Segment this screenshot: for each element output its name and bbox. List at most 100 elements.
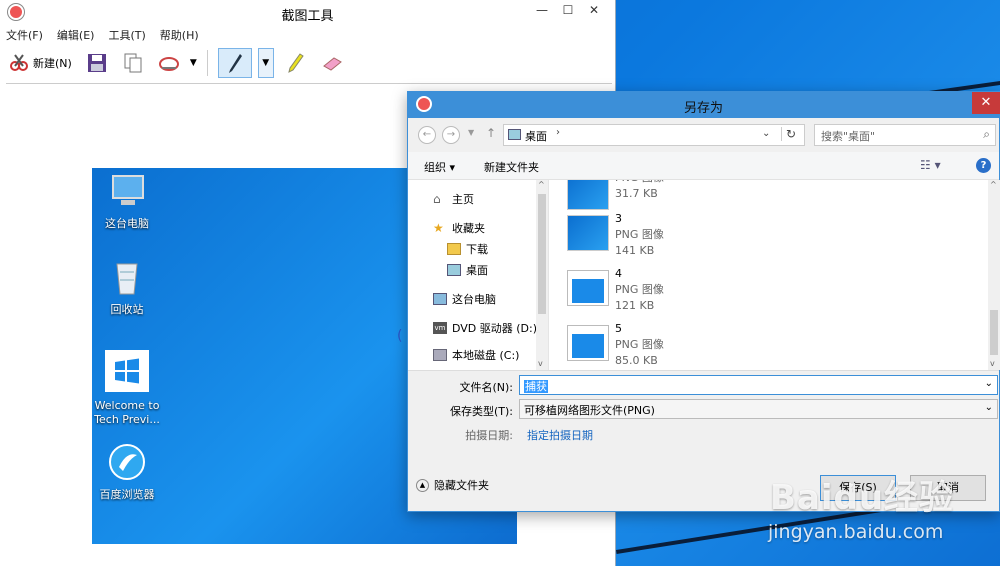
view-options-icon[interactable]: ☷ ▾ (920, 158, 941, 172)
save-snip-button[interactable] (82, 48, 112, 78)
watermark-logo: Baidu经验 (770, 478, 955, 518)
scroll-down-icon[interactable]: v (990, 359, 995, 368)
eraser-icon (322, 57, 342, 71)
help-icon[interactable]: ? (976, 158, 991, 173)
address-dropdown-icon[interactable]: ⌄ (762, 128, 770, 139)
address-location[interactable]: 桌面 (525, 128, 547, 144)
copy-button[interactable] (118, 48, 148, 78)
highlighter-icon (287, 53, 304, 73)
file-item[interactable]: 3 PNG 图像 141 KB (567, 211, 867, 261)
nav-scrollbar[interactable]: ^ v (536, 180, 548, 370)
filename-dropdown-icon[interactable]: ⌄ (985, 378, 993, 389)
pen-button[interactable] (217, 48, 252, 78)
new-snip-label: 新建(N) (33, 57, 72, 70)
minimize-button[interactable]: — (529, 0, 555, 20)
file-list: PNG 图像 31.7 KB 3 PNG 图像 141 KB 4 PNG 图像 121 K… (548, 180, 1000, 370)
menu-tools[interactable]: 工具(T) (108, 27, 145, 45)
filename-value: 捕获 (524, 380, 548, 393)
toolbar: 新建(N) ▼ ▼ (4, 46, 611, 80)
close-button[interactable]: ✕ (581, 0, 607, 20)
eraser-button[interactable] (316, 48, 348, 78)
nav-item-desktop[interactable]: 桌面 (447, 261, 488, 279)
desktop-icon-label: Welcome to Tech Previ... (94, 399, 160, 426)
filetype-dropdown-icon[interactable]: ⌄ (985, 402, 993, 413)
save-as-dialog: 另存为 ✕ ← → ▼ ↑ 桌面 › ⌄ ↻ 搜索"桌面" ⌕ 组织 ▾ 新建文… (407, 91, 1000, 512)
menu-help[interactable]: 帮助(H) (160, 27, 199, 45)
address-bar[interactable]: 桌面 › ⌄ ↻ (503, 124, 805, 146)
floppy-disk-icon (87, 54, 106, 72)
command-bar: 组织 ▾ 新建文件夹 ☷ ▾ ? (408, 152, 999, 180)
up-arrow-icon[interactable]: ↑ (486, 126, 496, 140)
back-arrow-icon[interactable]: ← (418, 126, 436, 144)
title-bar: 截图工具 — ☐ ✕ (0, 0, 615, 26)
file-item[interactable]: 5 PNG 图像 85.0 KB (567, 321, 867, 370)
file-size: 141 KB (615, 244, 655, 257)
file-list-scrollbar[interactable]: ^ v (988, 180, 1000, 370)
scroll-down-icon[interactable]: v (538, 359, 543, 368)
filetype-label: 保存类型(T): (449, 405, 513, 418)
scroll-up-icon[interactable]: ^ (990, 180, 997, 189)
snip-pen-mark: ( (397, 328, 403, 344)
scroll-up-icon[interactable]: ^ (538, 180, 545, 189)
recycle-bin-icon (116, 263, 138, 295)
desktop-icon-welcome[interactable]: Welcome to Tech Previ... (92, 350, 162, 427)
nav-item-home[interactable]: ⌂ 主页 (433, 190, 474, 208)
desktop-folder-icon (447, 264, 461, 276)
search-input[interactable]: 搜索"桌面" ⌕ (814, 124, 996, 146)
search-icon[interactable]: ⌕ (983, 127, 990, 142)
highlighter-button[interactable] (280, 48, 310, 78)
new-snip-button[interactable]: 新建(N) (4, 48, 76, 78)
desktop-icon-this-pc[interactable]: 这台电脑 (92, 172, 162, 231)
file-size: 85.0 KB (615, 354, 658, 367)
recent-dropdown-icon[interactable]: ▼ (468, 128, 474, 137)
refresh-icon[interactable]: ↻ (781, 127, 796, 141)
computer-icon (433, 293, 447, 305)
baidu-browser-icon (109, 444, 145, 480)
send-dropdown-arrow-icon[interactable]: ▼ (190, 58, 197, 68)
star-icon: ★ (433, 221, 444, 235)
watermark-url: jingyan.baidu.com (768, 521, 944, 543)
nav-item-favorites[interactable]: ★ 收藏夹 (433, 219, 485, 237)
address-bar-row: ← → ▼ ↑ 桌面 › ⌄ ↻ 搜索"桌面" ⌕ (408, 122, 999, 148)
nav-item-downloads[interactable]: 下载 (447, 240, 488, 258)
collapse-arrow-icon: ▲ (416, 478, 429, 492)
file-scrollbar-thumb[interactable] (990, 310, 998, 355)
forward-arrow-icon[interactable]: → (442, 126, 460, 144)
menu-edit[interactable]: 编辑(E) (57, 27, 95, 45)
filetype-select[interactable]: 可移植网络图形文件(PNG) ⌄ (519, 399, 998, 419)
pen-icon (228, 54, 242, 73)
hide-folders-toggle[interactable]: ▲ 隐藏文件夹 (416, 477, 489, 493)
png-thumbnail-icon (567, 270, 609, 306)
new-folder-button[interactable]: 新建文件夹 (484, 159, 539, 175)
nav-item-dvd-drive[interactable]: vm DVD 驱动器 (D:) (433, 319, 537, 337)
nav-scrollbar-thumb[interactable] (538, 194, 546, 314)
disk-icon (433, 349, 447, 361)
file-type: PNG 图像 (615, 228, 664, 241)
maximize-button[interactable]: ☐ (555, 0, 581, 20)
menu-bar: 文件(F) 编辑(E) 工具(T) 帮助(H) (6, 27, 199, 45)
menu-file[interactable]: 文件(F) (6, 27, 43, 45)
filename-input[interactable]: 捕获 ⌄ (519, 375, 998, 395)
nav-item-this-pc[interactable]: 这台电脑 (433, 290, 496, 308)
date-value-link[interactable]: 指定拍摄日期 (527, 427, 593, 443)
send-snip-button[interactable] (154, 48, 184, 78)
file-size: 31.7 KB (615, 187, 658, 200)
file-name: 4 (615, 267, 622, 280)
dialog-title: 另存为 (683, 101, 723, 116)
organize-menu[interactable]: 组织 ▾ (424, 159, 455, 175)
desktop-icon-label: 百度浏览器 (99, 488, 155, 501)
computer-icon (112, 175, 144, 205)
dialog-close-button[interactable]: ✕ (972, 92, 1000, 114)
pen-dropdown-arrow-icon[interactable]: ▼ (257, 48, 274, 78)
filename-label: 文件名(N): (459, 381, 513, 394)
breadcrumb-chevron-icon[interactable]: › (556, 127, 560, 138)
file-item[interactable]: 4 PNG 图像 121 KB (567, 266, 867, 316)
scissors-icon (10, 54, 28, 71)
window-title: 截图工具 (281, 9, 334, 24)
send-icon (158, 57, 179, 71)
desktop-icon-baidu-browser[interactable]: 百度浏览器 (92, 443, 162, 502)
nav-item-local-disk[interactable]: 本地磁盘 (C:) (433, 346, 519, 364)
file-name: 5 (615, 322, 622, 335)
search-placeholder: 搜索"桌面" (821, 130, 876, 143)
desktop-icon-recycle-bin[interactable]: 回收站 (92, 258, 162, 317)
